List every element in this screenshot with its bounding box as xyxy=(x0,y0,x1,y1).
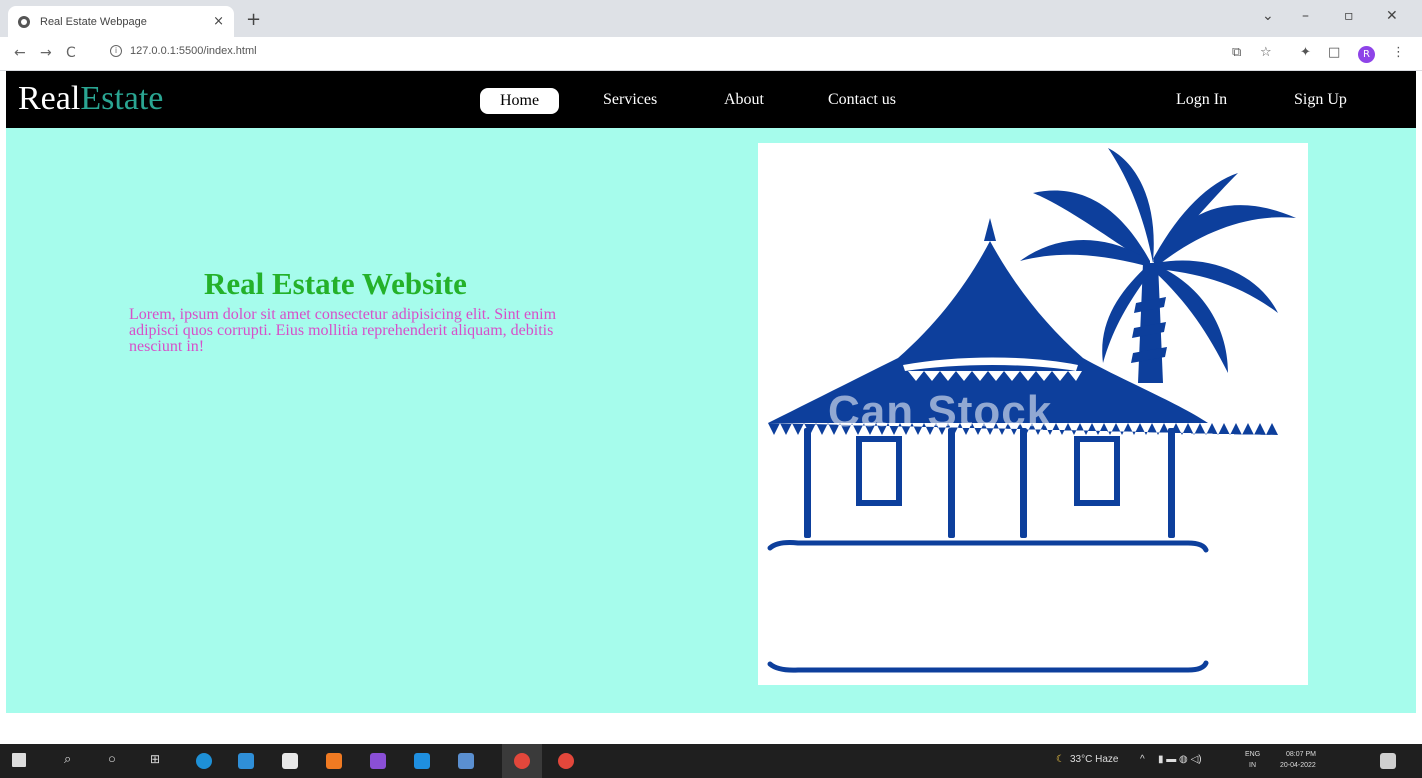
url-text[interactable]: 127.0.0.1:5500/index.html xyxy=(130,45,257,57)
notification-icon[interactable] xyxy=(1380,753,1396,769)
profile-avatar[interactable]: R xyxy=(1358,46,1375,63)
side-panel-icon[interactable]: □ xyxy=(1328,45,1340,60)
browser-tab[interactable]: Real Estate Webpage × xyxy=(8,6,234,37)
maximize-button[interactable]: ▫ xyxy=(1344,8,1354,24)
windows-start-icon[interactable] xyxy=(12,753,26,767)
tray-chevron-icon[interactable]: ^ xyxy=(1140,754,1145,765)
address-bar[interactable]: i 127.0.0.1:5500/index.html xyxy=(110,45,257,57)
logo-part-estate: Estate xyxy=(80,80,164,117)
chrome-icon xyxy=(514,753,530,769)
windows-taskbar: ⌕ ○ ⊞ ☾ 33°C Haze ^ ▮ ▬ ◍ ◁) ENG IN 08:0… xyxy=(0,744,1422,778)
nav-about[interactable]: About xyxy=(724,90,764,110)
tray-icons[interactable]: ▮ ▬ ◍ ◁) xyxy=(1158,754,1202,765)
file-explorer-icon[interactable] xyxy=(458,753,474,769)
globe-icon xyxy=(18,15,30,28)
app-icon[interactable] xyxy=(558,753,574,769)
bookmark-star-icon[interactable]: ☆ xyxy=(1260,45,1272,60)
browser-toolbar: ← → C i 127.0.0.1:5500/index.html ⧉ ☆ ✦ … xyxy=(0,37,1422,71)
site-navbar: RealEstate Home Services About Contact u… xyxy=(6,71,1416,128)
visual-studio-icon[interactable] xyxy=(370,753,386,769)
vscode-icon[interactable] xyxy=(414,753,430,769)
login-link[interactable]: Logn In xyxy=(1176,90,1227,110)
new-tab-button[interactable]: + xyxy=(246,9,261,30)
forward-button[interactable]: → xyxy=(40,45,52,61)
watermark-text: Can Stock xyxy=(828,387,1053,436)
logo-part-real: Real xyxy=(18,80,81,117)
language-bottom[interactable]: IN xyxy=(1249,762,1256,769)
back-button[interactable]: ← xyxy=(14,45,26,61)
tab-title: Real Estate Webpage xyxy=(40,15,147,28)
webpage: RealEstate Home Services About Contact u… xyxy=(6,71,1416,713)
site-logo[interactable]: RealEstate xyxy=(18,79,163,119)
house-illustration: Can Stock xyxy=(758,143,1308,685)
tab-search-icon[interactable]: ⌄ xyxy=(1262,8,1274,24)
hero-title: Real Estate Website xyxy=(204,266,467,301)
close-tab-icon[interactable]: × xyxy=(213,14,224,29)
office-icon[interactable] xyxy=(326,753,342,769)
weather-icon[interactable]: ☾ xyxy=(1056,754,1065,765)
hero-description: Lorem, ipsum dolor sit amet consectetur … xyxy=(129,306,557,355)
reload-button[interactable]: C xyxy=(66,45,76,61)
search-icon[interactable]: ⌕ xyxy=(64,751,71,767)
close-window-button[interactable]: ✕ xyxy=(1386,8,1398,24)
nav-contact[interactable]: Contact us xyxy=(828,90,896,110)
store-icon[interactable] xyxy=(282,753,298,769)
mail-icon[interactable] xyxy=(238,753,254,769)
edge-icon[interactable] xyxy=(196,753,212,769)
weather-text[interactable]: 33°C Haze xyxy=(1070,754,1118,765)
hero-section: Real Estate Website Lorem, ipsum dolor s… xyxy=(6,128,1416,713)
task-view-icon[interactable]: ⊞ xyxy=(150,752,160,766)
extensions-icon[interactable]: ✦ xyxy=(1300,45,1311,60)
nav-services[interactable]: Services xyxy=(603,90,657,110)
nav-home[interactable]: Home xyxy=(480,88,560,114)
info-icon[interactable]: i xyxy=(110,45,122,57)
language-top[interactable]: ENG xyxy=(1245,751,1260,758)
minimize-button[interactable]: – xyxy=(1302,8,1309,24)
cortana-icon[interactable]: ○ xyxy=(108,751,116,766)
browser-tab-strip: Real Estate Webpage × + ⌄ – ▫ ✕ xyxy=(0,0,1422,37)
clock-date[interactable]: 20-04-2022 xyxy=(1280,762,1316,769)
share-icon[interactable]: ⧉ xyxy=(1232,45,1241,60)
clock-time[interactable]: 08:07 PM xyxy=(1286,751,1316,758)
menu-icon[interactable]: ⋮ xyxy=(1392,45,1405,60)
signup-link[interactable]: Sign Up xyxy=(1294,90,1347,110)
